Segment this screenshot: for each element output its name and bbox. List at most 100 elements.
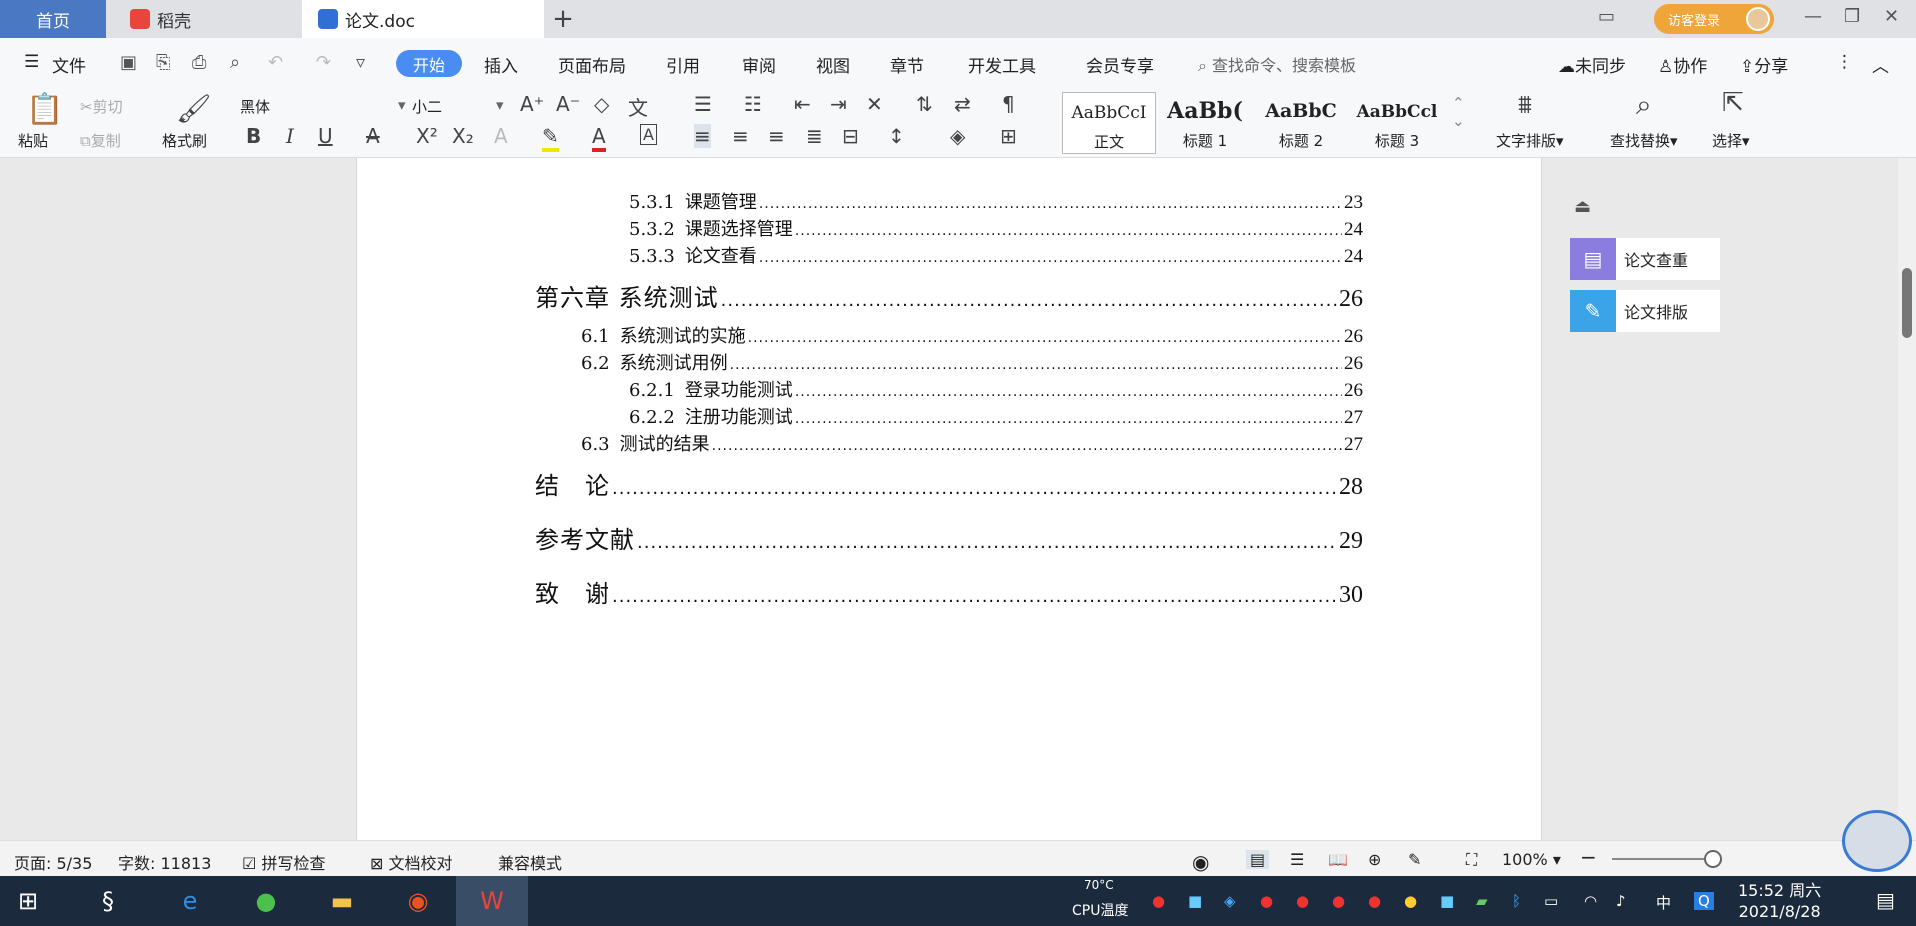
reading-view-icon[interactable]: 📖 [1328, 850, 1348, 869]
save-icon[interactable]: ▣ [120, 52, 137, 73]
paste-icon[interactable]: 📋 [26, 92, 63, 127]
brush-icon[interactable]: 🖌 [176, 92, 212, 125]
maximize-button[interactable]: ❐ [1844, 6, 1860, 27]
shield-icon[interactable]: ◈ [1224, 892, 1236, 910]
decrease-indent-icon[interactable]: ⇤ [794, 92, 811, 116]
word-count[interactable]: 字数: 11813 [118, 850, 211, 874]
system-clock[interactable]: 15:52 周六 2021/8/28 [1738, 880, 1821, 922]
nvidia-icon[interactable]: ▰ [1476, 892, 1488, 910]
style-normal[interactable]: AaBbCcI 正文 [1062, 92, 1156, 154]
qq-icon[interactable]: ● [1332, 892, 1345, 910]
tray-app-icon[interactable]: ● [1152, 892, 1165, 910]
grow-font-icon[interactable]: A⁺ [520, 92, 544, 116]
justify-icon[interactable]: ≣ [806, 124, 823, 148]
cursor-icon[interactable]: ⇱ [1722, 88, 1744, 118]
chinese-layout-icon[interactable]: ✕ [866, 92, 883, 116]
italic-icon[interactable]: I [286, 124, 294, 148]
page-view-icon[interactable]: ▤ [1246, 850, 1270, 869]
customize-chevron-down-icon[interactable]: ▿ [356, 52, 365, 73]
wps-taskbar-icon[interactable]: W [456, 876, 528, 926]
scrollbar-thumb[interactable] [1902, 268, 1912, 338]
font-size-select[interactable]: 小二 [412, 96, 502, 117]
phonetic-icon[interactable]: 文 [628, 92, 648, 121]
font-chevron-down-icon[interactable]: ▾ [398, 96, 406, 114]
menu-start[interactable]: 开始 [396, 50, 462, 77]
tab-document[interactable]: 论文.doc [302, 0, 544, 38]
tray-app-icon[interactable]: ■ [1440, 892, 1454, 910]
menu-file[interactable]: 文件 [52, 52, 86, 77]
menu-insert[interactable]: 插入 [484, 52, 518, 77]
share-button[interactable]: ⇪分享 [1740, 52, 1788, 77]
style-heading-2[interactable]: AaBbC 标题 2 [1254, 92, 1348, 154]
bullet-list-icon[interactable]: ☰ [694, 92, 712, 116]
menu-view[interactable]: 视图 [816, 52, 850, 77]
cut-button[interactable]: ✂剪切 [80, 96, 123, 117]
select-button[interactable]: 选择▾ [1712, 130, 1750, 151]
menu-references[interactable]: 引用 [666, 52, 700, 77]
bold-icon[interactable]: B [246, 124, 261, 148]
line-spacing-icon[interactable]: ↕ [888, 124, 905, 148]
new-tab-button[interactable]: + [550, 4, 576, 34]
paste-button[interactable]: 粘贴 [18, 130, 48, 151]
copy-button[interactable]: ⧉复制 [80, 130, 121, 151]
file-explorer-icon[interactable]: ▬ [324, 884, 360, 918]
wifi-icon[interactable]: ◠ [1584, 892, 1597, 910]
game-app-icon[interactable]: ◉ [400, 884, 436, 918]
pen-icon[interactable]: ✎ [1408, 850, 1421, 869]
toc-entry[interactable]: 5.3.1 课题管理 23 [629, 188, 1363, 214]
tray-app-icon[interactable]: ■ [1188, 892, 1202, 910]
browser-360-icon[interactable]: ● [248, 884, 284, 918]
command-search[interactable]: ⌕ 查找命令、搜索模板 [1198, 52, 1356, 76]
text-effect-icon[interactable]: A [494, 124, 508, 148]
toc-entry[interactable]: 6.2.2 注册功能测试 27 [629, 403, 1363, 429]
tray-app-icon[interactable]: ● [1404, 892, 1417, 910]
more-icon[interactable]: ⋮ [1836, 52, 1853, 72]
doc-proof-button[interactable]: ⊠ 文档校对 [370, 850, 453, 874]
menu-page-layout[interactable]: 页面布局 [558, 52, 626, 77]
ie-browser-icon[interactable]: e [172, 884, 208, 918]
hamburger-icon[interactable]: ☰ [24, 52, 39, 72]
toc-entry[interactable]: 5.3.3 论文查看 24 [629, 242, 1363, 268]
layout-icon[interactable]: ▭ [1598, 6, 1615, 27]
zoom-level[interactable]: 100% ▾ [1502, 850, 1561, 869]
ime-indicator[interactable]: 中 [1656, 892, 1671, 913]
tab-daoke[interactable]: 稻壳 [110, 0, 300, 38]
vertical-scrollbar[interactable] [1898, 158, 1916, 840]
borders-icon[interactable]: ⊞ [1000, 124, 1017, 148]
char-border-icon[interactable]: A [640, 124, 657, 145]
text-layout-icon[interactable]: ⩩ [1518, 90, 1532, 121]
clear-format-icon[interactable]: ◇ [594, 92, 609, 116]
fit-page-icon[interactable]: ⛶ [1466, 850, 1477, 870]
style-heading-1[interactable]: AaBb( 标题 1 [1158, 92, 1252, 154]
align-left-icon[interactable]: ≡ [694, 124, 711, 148]
highlight-icon[interactable]: ✎ [542, 124, 559, 152]
qq-icon[interactable]: ● [1296, 892, 1309, 910]
underline-icon[interactable]: U [318, 124, 333, 148]
numbered-list-icon[interactable]: ☷ [744, 92, 762, 116]
sort-icon[interactable]: ⇄ [954, 92, 971, 116]
bluetooth-icon[interactable]: ᛒ [1512, 892, 1521, 910]
eye-icon[interactable]: ◉ [1192, 850, 1209, 874]
page-indicator[interactable]: 页面: 5/35 [14, 850, 92, 874]
show-marks-icon[interactable]: ¶ [1002, 92, 1015, 116]
battery-icon[interactable]: ▭ [1544, 892, 1558, 910]
find-replace-button[interactable]: 查找替换▾ [1610, 130, 1678, 151]
undo-icon[interactable]: ↶ [268, 52, 283, 73]
collapse-ribbon-icon[interactable]: ︿ [1872, 52, 1889, 77]
increase-indent-icon[interactable]: ⇥ [830, 92, 847, 116]
font-family-select[interactable]: 黑体 [240, 96, 408, 117]
cpu-temp[interactable]: 70°C [1084, 878, 1114, 892]
floating-assistant-button[interactable] [1842, 810, 1912, 872]
zoom-slider-handle[interactable] [1704, 850, 1722, 868]
format-painter-button[interactable]: 格式刷 [162, 130, 207, 151]
volume-icon[interactable]: ♪ [1616, 892, 1626, 910]
minimize-button[interactable]: — [1804, 6, 1822, 27]
align-center-icon[interactable]: ≡ [732, 124, 749, 148]
web-view-icon[interactable]: ⊕ [1368, 850, 1381, 869]
menu-chapter[interactable]: 章节 [890, 52, 924, 77]
panel-collapse-icon[interactable]: ⏏ [1574, 196, 1591, 217]
toc-entry[interactable]: 6.2.1 登录功能测试 26 [629, 376, 1363, 402]
toc-entry[interactable]: 6.1 系统测试的实施 26 [581, 322, 1363, 348]
export-icon[interactable]: ⎘ [156, 52, 170, 73]
menu-developer-tools[interactable]: 开发工具 [968, 52, 1036, 77]
